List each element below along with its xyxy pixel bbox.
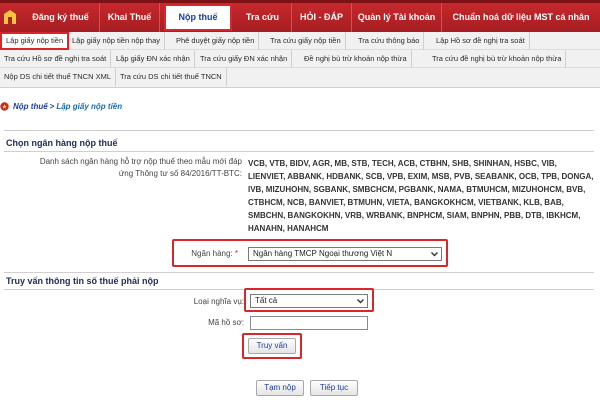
bank-select-value: Ngân hàng TMCP Ngoại thương Việt N bbox=[253, 249, 393, 258]
submenu-lap-giay-nop-thay[interactable]: Lập giấy nộp tiền nộp thay bbox=[68, 32, 165, 50]
obligation-select-value: Tất cả bbox=[255, 296, 278, 305]
bank-label-text: Ngân hàng: bbox=[191, 249, 233, 258]
divider bbox=[4, 272, 594, 273]
submenu-lap-giay-nop-tien[interactable]: Lập giấy nộp tiền bbox=[0, 32, 70, 50]
sub-menu-row-3: Nộp DS chi tiết thuế TNCN XML Tra cứu DS… bbox=[0, 68, 600, 86]
nav-dang-ky-thue[interactable]: Đăng ký thuế bbox=[22, 3, 100, 32]
bank-select[interactable]: Ngân hàng TMCP Ngoại thương Việt N bbox=[248, 247, 442, 261]
divider bbox=[4, 130, 594, 131]
sub-menu-row-1: Lập giấy nộp tiền Lập giấy nộp tiền nộp … bbox=[0, 32, 600, 50]
bank-list: VCB, VTB, BIDV, AGR, MB, STB, TECH, ACB,… bbox=[248, 159, 594, 233]
required-mark: * bbox=[234, 249, 238, 258]
breadcrumb-section[interactable]: Nộp thuế bbox=[13, 102, 48, 111]
continue-button[interactable]: Tiếp tục bbox=[310, 380, 358, 396]
submenu-tra-cuu-giay-nop-tien[interactable]: Tra cứu giấy nộp tiền bbox=[266, 32, 346, 50]
breadcrumb-current: Lập giấy nộp tiền bbox=[56, 101, 123, 111]
bank-list-label-line1: Danh sách ngân hàng hỗ trợ nộp thuế theo… bbox=[39, 157, 242, 166]
submenu-lap-giay-dn-xac-nhan[interactable]: Lập giấy ĐN xác nhận bbox=[112, 50, 195, 68]
nav-quan-ly-tai-khoan[interactable]: Quản lý Tài khoản bbox=[352, 3, 442, 32]
bank-list-label-line2: ứng Thông tư số 84/2016/TT-BTC: bbox=[118, 169, 242, 178]
chevron-down-icon bbox=[431, 252, 438, 257]
breadcrumb: Nộp thuế > Lập giấy nộp tiền bbox=[0, 98, 122, 114]
nav-tra-cuu[interactable]: Tra cứu bbox=[234, 3, 292, 32]
nav-hoi-dap[interactable]: HỎI - ĐÁP bbox=[292, 3, 352, 32]
submenu-lap-ho-so-tra-soat[interactable]: Lập Hồ sơ đề nghị tra soát bbox=[432, 32, 530, 50]
submenu-phe-duyet-giay-nop-tien[interactable]: Phê duyệt giấy nộp tiền bbox=[172, 32, 260, 50]
submenu-tra-cuu-thong-bao[interactable]: Tra cứu thông báo bbox=[354, 32, 425, 50]
top-navigation: Đăng ký thuế Khai Thuế Nộp thuế Tra cứu … bbox=[0, 0, 600, 32]
sub-menu: Lập giấy nộp tiền Lập giấy nộp tiền nộp … bbox=[0, 32, 600, 88]
submenu-tra-cuu-ds-chi-tiet-tncn[interactable]: Tra cứu DS chi tiết thuế TNCN bbox=[116, 68, 227, 86]
obligation-label: Loại nghĩa vụ: bbox=[193, 297, 244, 306]
logo-icon bbox=[4, 10, 16, 24]
divider bbox=[4, 289, 594, 290]
chevron-down-icon bbox=[357, 299, 364, 304]
pay-button[interactable]: Tạm nộp bbox=[256, 380, 304, 396]
bank-label: Ngân hàng: * bbox=[150, 249, 238, 258]
submenu-tra-cuu-giay-dn-xac-nhan[interactable]: Tra cứu giấy ĐN xác nhận bbox=[196, 50, 293, 68]
obligation-select[interactable]: Tất cả bbox=[250, 294, 368, 308]
submenu-nop-ds-chi-tiet-tncn[interactable]: Nộp DS chi tiết thuế TNCN XML bbox=[0, 68, 116, 86]
query-button[interactable]: Truy vấn bbox=[248, 338, 296, 354]
nav-khai-thue[interactable]: Khai Thuế bbox=[100, 3, 160, 32]
submenu-tra-cuu-de-nghi-bu-tru[interactable]: Tra cứu đề nghị bù trừ khoản nộp thừa bbox=[428, 50, 567, 68]
submenu-de-nghi-bu-tru[interactable]: Đề nghị bù trừ khoản nộp thừa bbox=[300, 50, 412, 68]
breadcrumb-separator: > bbox=[49, 101, 55, 111]
nav-nop-thue[interactable]: Nộp thuế bbox=[164, 4, 232, 31]
file-code-label: Mã hồ sơ: bbox=[208, 318, 244, 327]
sub-menu-row-2: Tra cứu Hồ sơ đề nghị tra soát Lập giấy … bbox=[0, 50, 600, 68]
query-section-title: Truy vấn thông tin số thuế phải nộp bbox=[6, 276, 159, 286]
submenu-tra-cuu-ho-so-tra-soat[interactable]: Tra cứu Hồ sơ đề nghị tra soát bbox=[0, 50, 112, 68]
nav-chuan-hoa-du-lieu[interactable]: Chuẩn hoá dữ liệu MST cá nhân bbox=[442, 3, 600, 32]
bank-section-title: Chọn ngân hàng nộp thuế bbox=[6, 138, 118, 148]
flag-icon bbox=[0, 101, 9, 111]
divider bbox=[4, 151, 594, 152]
file-code-input[interactable] bbox=[250, 316, 368, 330]
